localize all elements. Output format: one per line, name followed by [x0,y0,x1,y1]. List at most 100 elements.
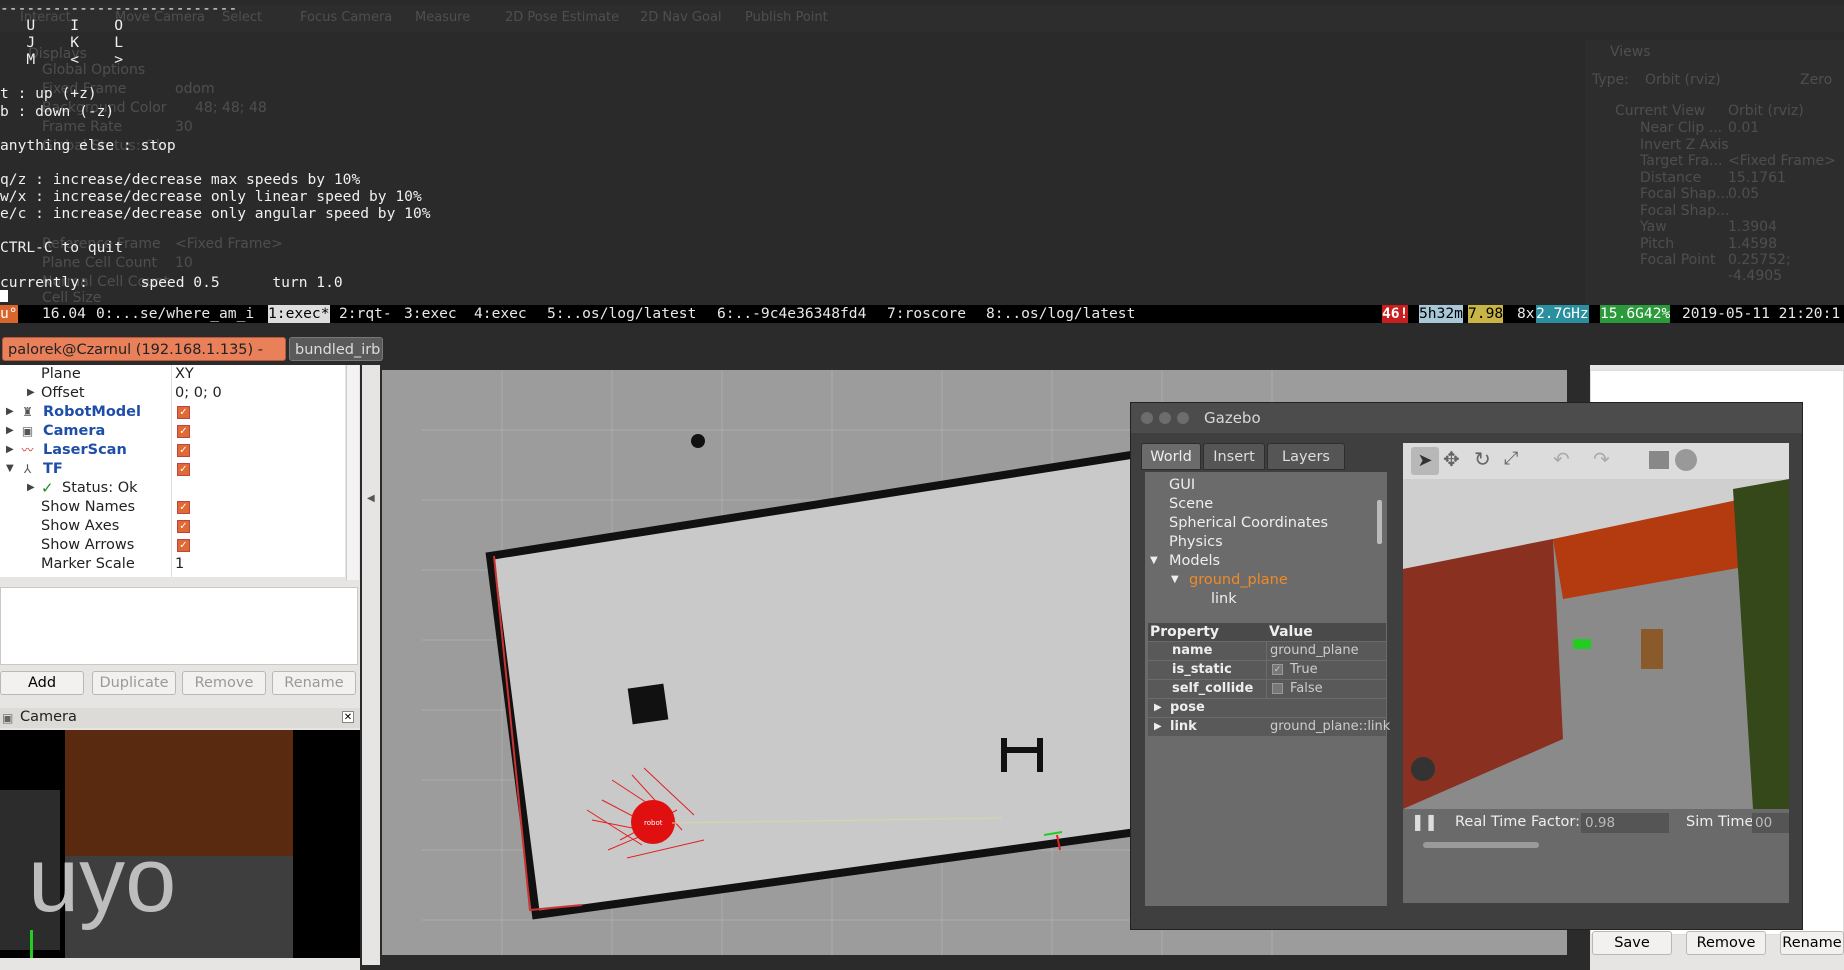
row-label: Offset [41,385,85,401]
expand-arrow-icon[interactable]: ▶ [27,387,35,398]
window-3[interactable]: 3:exec [404,305,457,323]
tab-layers[interactable]: Layers [1267,443,1345,470]
window-6[interactable]: 6:..-9c4e36348fd4 [717,305,866,323]
tab-bundled-irb[interactable]: bundled_irb [289,337,383,361]
ghost-view-prop-key: Focal Point [1640,252,1716,268]
display-row-show-axes[interactable]: Show Axes ✓ [0,517,345,536]
row-value[interactable]: 0; 0; 0 [175,385,222,401]
display-row-marker-scale[interactable]: Marker Scale 1 [0,555,345,574]
minimize-icon[interactable] [1159,412,1171,424]
redo-icon[interactable]: ↷ [1593,447,1610,471]
tab-byobu-session[interactable]: palorek@Czarnul (192.168.1.135) - byobu [2,337,286,382]
tree-item-ground-plane[interactable]: ground_plane [1189,572,1288,588]
duplicate-button[interactable]: Duplicate [92,671,176,695]
box-shape-icon[interactable] [1649,451,1669,469]
rtf-label: Real Time Factor: [1455,814,1580,830]
checkbox-unchecked-icon[interactable] [1272,683,1283,694]
add-button[interactable]: Add [0,671,84,695]
display-row-show-arrows[interactable]: Show Arrows ✓ [0,536,345,555]
checkbox-checked-icon[interactable]: ✓ [1272,664,1283,675]
collapse-arrow-icon[interactable]: ▼ [6,463,14,474]
close-icon[interactable] [1141,412,1153,424]
display-row-status[interactable]: ▶ ✓ Status: Ok [0,479,345,498]
tree-item-link[interactable]: link [1211,591,1237,607]
rename-button[interactable]: Rename [272,671,356,695]
enabled-checkbox[interactable]: ✓ [177,444,190,457]
splitter[interactable]: ◀ [362,365,380,965]
window-1[interactable]: 1:exec* [268,305,330,323]
collapse-arrow-icon[interactable]: ▼ [1171,574,1179,585]
world-tree: GUI Scene Spherical Coordinates Physics … [1145,472,1387,622]
pause-icon[interactable]: ❚❚ [1411,812,1438,831]
expand-arrow-icon[interactable]: ▶ [6,406,14,417]
undo-icon[interactable]: ↶ [1553,447,1570,471]
window-2[interactable]: 2:rqt- [339,305,392,323]
maximize-icon[interactable] [1177,412,1189,424]
tree-item-models[interactable]: Models [1169,553,1220,569]
property-row-name[interactable]: name ground_plane [1148,642,1386,660]
property-row-is-static[interactable]: is_static ✓ True [1148,661,1386,679]
tree-item-spherical-coordinates[interactable]: Spherical Coordinates [1169,515,1328,531]
enabled-checkbox[interactable]: ✓ [177,501,190,514]
displays-scrollbar[interactable] [346,365,359,580]
rename-view-button[interactable]: Rename [1780,931,1844,955]
tree-scrollbar[interactable] [1377,500,1382,544]
display-row-show-names[interactable]: Show Names ✓ [0,498,345,517]
sphere-shape-icon[interactable] [1675,449,1697,471]
window-0[interactable]: 0:...se/where_am_i [96,305,254,323]
property-panel: Property Value name ground_plane is_stat… [1145,621,1390,906]
window-4[interactable]: 4:exec [474,305,527,323]
gazebo-3d-view[interactable]: ➤ ✥ ↻ ⤢ ↶ ↷ ❚❚ Real Time Factor: 0.98 Si… [1403,443,1789,903]
enabled-checkbox[interactable]: ✓ [177,520,190,533]
tree-item-gui[interactable]: GUI [1169,477,1195,493]
row-value[interactable]: XY [175,366,194,382]
collapse-arrow-icon[interactable]: ▼ [1150,555,1158,566]
window-8[interactable]: 8:..os/log/latest [986,305,1135,323]
tab-world[interactable]: World [1141,443,1201,470]
remove-view-button[interactable]: Remove [1686,931,1766,955]
expand-arrow-icon[interactable]: ▶ [1154,718,1162,736]
enabled-checkbox[interactable]: ✓ [177,539,190,552]
property-value: ground_plane [1270,643,1359,658]
display-row-tf[interactable]: ▼ ⅄ TF ✓ [0,460,345,479]
save-button[interactable]: Save [1592,931,1672,955]
horizontal-scrollbar[interactable] [1423,842,1539,848]
ghost-tool-2d-nav: 2D Nav Goal [640,10,722,25]
tab-insert[interactable]: Insert [1203,443,1265,470]
rotate-tool-icon[interactable]: ↻ [1474,447,1491,471]
gazebo-window[interactable]: Gazebo World Insert Layers GUI Scene Sph… [1130,402,1803,930]
tree-item-physics[interactable]: Physics [1169,534,1223,550]
translate-tool-icon[interactable]: ✥ [1443,447,1460,471]
enabled-checkbox[interactable]: ✓ [177,425,190,438]
terminal-tab-bar: palorek@Czarnul (192.168.1.135) - byobu … [0,325,1844,382]
row-label: Marker Scale [41,556,135,572]
select-tool-icon[interactable]: ➤ [1411,447,1439,475]
expand-arrow-icon[interactable]: ▶ [6,444,14,455]
collapse-left-icon[interactable]: ◀ [367,493,375,504]
display-row-robotmodel[interactable]: ▶ ♜ RobotModel ✓ [0,403,345,422]
tree-item-scene[interactable]: Scene [1169,496,1213,512]
expand-arrow-icon[interactable]: ▶ [6,425,14,436]
datetime: 2019-05-11 21:20:1 [1682,305,1841,322]
property-row-self-collide[interactable]: self_collide False [1148,680,1386,698]
display-row-camera[interactable]: ▶ ▣ Camera ✓ [0,422,345,441]
scale-tool-icon[interactable]: ⤢ [1504,448,1518,469]
remove-button[interactable]: Remove [182,671,266,695]
window-5[interactable]: 5:..os/log/latest [547,305,696,323]
enabled-checkbox[interactable]: ✓ [177,463,190,476]
ghost-view-prop-value: 1.4598 [1728,235,1777,252]
ghost-view-prop-value: <Fixed Frame> [1728,153,1836,169]
close-icon[interactable]: ✕ [342,711,354,723]
terminal-window[interactable]: Interact Move Camera Select Focus Camera… [0,0,1844,325]
property-row-link[interactable]: ▶ link ground_plane::link [1148,718,1390,736]
property-row-pose[interactable]: ▶ pose [1148,699,1386,717]
display-row-plane[interactable]: Plane XY [0,365,345,384]
expand-arrow-icon[interactable]: ▶ [27,482,35,493]
gazebo-title-bar[interactable]: Gazebo [1131,403,1802,433]
enabled-checkbox[interactable]: ✓ [177,406,190,419]
row-value[interactable]: 1 [175,556,184,572]
display-row-laserscan[interactable]: ▶ 〰 LaserScan ✓ [0,441,345,460]
window-7[interactable]: 7:roscore [887,305,966,323]
display-row-offset[interactable]: ▶ Offset 0; 0; 0 [0,384,345,403]
expand-arrow-icon[interactable]: ▶ [1154,699,1162,717]
